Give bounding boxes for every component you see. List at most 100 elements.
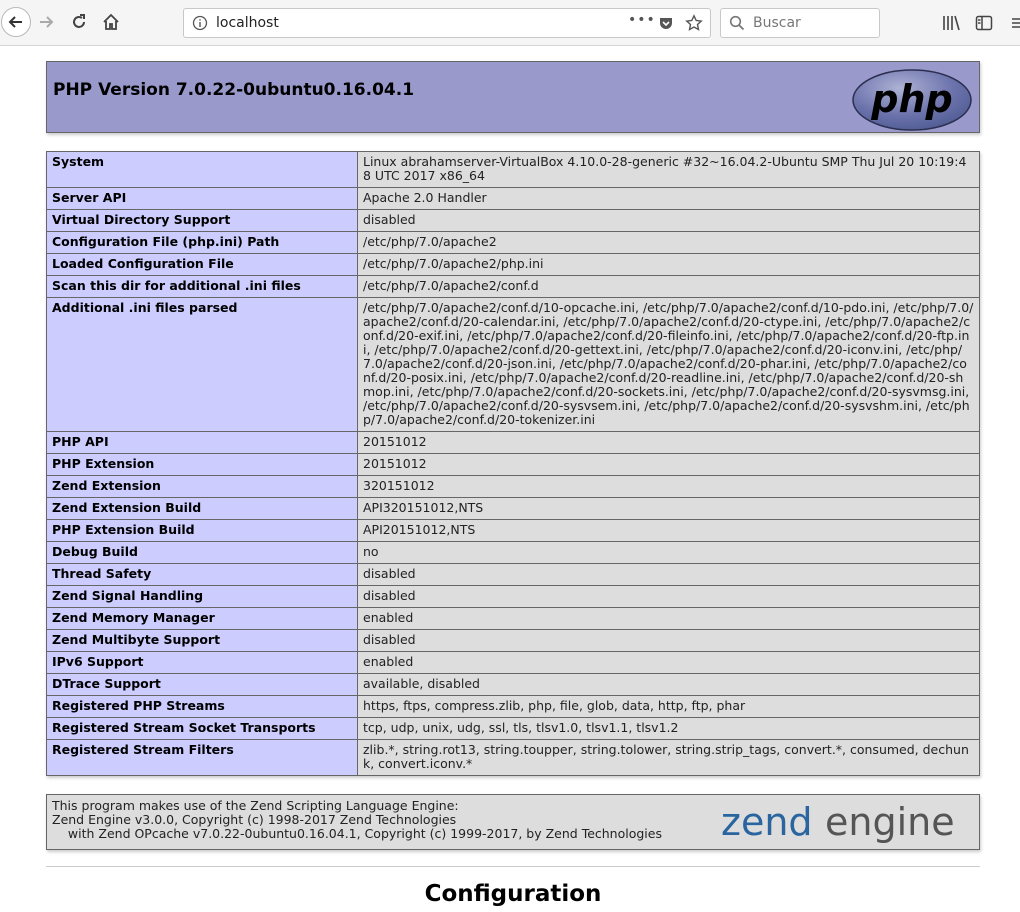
row-value: Linux abrahamserver-VirtualBox 4.10.0-28… bbox=[357, 151, 980, 188]
row-key: System bbox=[46, 151, 358, 188]
row-value: 20151012 bbox=[357, 453, 980, 476]
info-icon[interactable] bbox=[192, 15, 208, 31]
zend-line: with Zend OPcache v7.0.22-0ubuntu0.16.04… bbox=[52, 826, 662, 841]
row-key: Zend Memory Manager bbox=[46, 607, 358, 630]
row-value: zlib.*, string.rot13, string.toupper, st… bbox=[357, 739, 980, 776]
zend-engine-text: This program makes use of the Zend Scrip… bbox=[52, 799, 662, 841]
row-key: Zend Extension bbox=[46, 475, 358, 498]
table-row: Zend Extension Build API320151012,NTS bbox=[46, 497, 980, 520]
svg-text:zend: zend bbox=[721, 801, 813, 844]
table-row: PHP Extension 20151012 bbox=[46, 453, 980, 476]
row-key: Configuration File (php.ini) Path bbox=[46, 231, 358, 254]
sidebar-icon bbox=[975, 15, 993, 31]
browser-toolbar: localhost ••• Buscar bbox=[0, 0, 1020, 46]
row-key: Thread Safety bbox=[46, 563, 358, 586]
row-value: disabled bbox=[357, 585, 980, 608]
table-row: DTrace Support available, disabled bbox=[46, 673, 980, 696]
table-row: System Linux abrahamserver-VirtualBox 4.1… bbox=[46, 151, 980, 188]
table-row: IPv6 Support enabled bbox=[46, 651, 980, 674]
row-key: Loaded Configuration File bbox=[46, 253, 358, 276]
row-key: Zend Extension Build bbox=[46, 497, 358, 520]
table-row: Registered Stream Filters zlib.*, string.… bbox=[46, 739, 980, 776]
reload-icon bbox=[73, 14, 85, 28]
row-key: PHP API bbox=[46, 431, 358, 454]
home-icon bbox=[103, 13, 119, 30]
search-icon bbox=[729, 15, 745, 31]
row-key: Registered Stream Socket Transports bbox=[46, 717, 358, 740]
row-key: Registered Stream Filters bbox=[46, 739, 358, 776]
home-button[interactable] bbox=[100, 11, 122, 33]
php-logo: php bbox=[852, 69, 972, 131]
arrow-left-icon bbox=[8, 16, 22, 28]
reload-button[interactable] bbox=[68, 11, 90, 33]
search-bar[interactable]: Buscar bbox=[720, 8, 880, 38]
url-text[interactable]: localhost bbox=[216, 15, 279, 31]
row-value: 20151012 bbox=[357, 431, 980, 454]
row-value: available, disabled bbox=[357, 673, 980, 696]
row-value: /etc/php/7.0/apache2/conf.d/10-opcache.i… bbox=[357, 297, 980, 432]
zend-line: Zend Engine v3.0.0, Copyright (c) 1998-2… bbox=[52, 812, 457, 827]
search-placeholder[interactable]: Buscar bbox=[753, 15, 801, 31]
table-row: Server API Apache 2.0 Handler bbox=[46, 187, 980, 210]
table-row: Scan this dir for additional .ini files /… bbox=[46, 275, 980, 298]
table-row: Thread Safety disabled bbox=[46, 563, 980, 586]
table-row: Registered PHP Streams https, ftps, compr… bbox=[46, 695, 980, 718]
library-button[interactable] bbox=[941, 12, 963, 34]
zend-engine-logo: zend engine bbox=[721, 801, 955, 844]
row-key: DTrace Support bbox=[46, 673, 358, 696]
table-row: Configuration File (php.ini) Path/etc/ph… bbox=[46, 231, 980, 254]
row-value: enabled bbox=[357, 651, 980, 674]
row-key: PHP Extension bbox=[46, 453, 358, 476]
table-row: Zend Signal Handling disabled bbox=[46, 585, 980, 608]
row-key: IPv6 Support bbox=[46, 651, 358, 674]
table-row: Zend Memory Manager enabled bbox=[46, 607, 980, 630]
pocket-icon[interactable] bbox=[658, 15, 674, 31]
page-actions-icon[interactable]: ••• bbox=[628, 12, 656, 28]
row-value: tcp, udp, unix, udg, ssl, tls, tlsv1.0, … bbox=[357, 717, 980, 740]
table-row: Loaded Configuration File/etc/php/7.0/ap… bbox=[46, 253, 980, 276]
hamburger-menu-icon bbox=[1012, 18, 1020, 28]
row-value: /etc/php/7.0/apache2/conf.d bbox=[357, 275, 980, 298]
row-value: API320151012,NTS bbox=[357, 497, 980, 520]
table-row: PHP API 20151012 bbox=[46, 431, 980, 454]
row-key: Additional .ini files parsed bbox=[46, 297, 358, 432]
section-title-configuration: Configuration bbox=[424, 881, 602, 907]
row-value: https, ftps, compress.zlib, php, file, g… bbox=[357, 695, 980, 718]
row-value: 320151012 bbox=[357, 475, 980, 498]
table-row: Virtual Directory Support disabled bbox=[46, 209, 980, 232]
url-bar[interactable]: localhost ••• bbox=[183, 8, 711, 38]
divider bbox=[46, 866, 980, 867]
row-key: Virtual Directory Support bbox=[46, 209, 358, 232]
row-key: Debug Build bbox=[46, 541, 358, 564]
svg-text:php: php bbox=[870, 77, 952, 121]
table-row: PHP Extension Build API20151012,NTS bbox=[46, 519, 980, 542]
row-key: Server API bbox=[46, 187, 358, 210]
row-key: PHP Extension Build bbox=[46, 519, 358, 542]
table-row: Registered Stream Socket Transports tcp, … bbox=[46, 717, 980, 740]
row-key: Zend Signal Handling bbox=[46, 585, 358, 608]
row-value: disabled bbox=[357, 629, 980, 652]
table-row: Zend Multibyte Support disabled bbox=[46, 629, 980, 652]
zend-engine-box: This program makes use of the Zend Scrip… bbox=[46, 794, 980, 850]
sidebar-button[interactable] bbox=[973, 12, 995, 34]
back-button[interactable] bbox=[1, 7, 31, 37]
row-value: enabled bbox=[357, 607, 980, 630]
phpinfo-page: PHP Version 7.0.22-0ubuntu0.16.04.1 php … bbox=[46, 61, 980, 907]
row-value: no bbox=[357, 541, 980, 564]
bookmark-star-icon[interactable] bbox=[685, 14, 703, 32]
row-key: Registered PHP Streams bbox=[46, 695, 358, 718]
row-value: /etc/php/7.0/apache2 bbox=[357, 231, 980, 254]
row-key: Scan this dir for additional .ini files bbox=[46, 275, 358, 298]
row-value: disabled bbox=[357, 209, 980, 232]
row-value: Apache 2.0 Handler bbox=[357, 187, 980, 210]
page-title: PHP Version 7.0.22-0ubuntu0.16.04.1 bbox=[53, 80, 415, 100]
table-row: Debug Build no bbox=[46, 541, 980, 564]
row-value: disabled bbox=[357, 563, 980, 586]
php-version-header: PHP Version 7.0.22-0ubuntu0.16.04.1 php bbox=[46, 61, 980, 133]
svg-text:engine: engine bbox=[825, 801, 955, 844]
row-value: API20151012,NTS bbox=[357, 519, 980, 542]
table-row: Zend Extension 320151012 bbox=[46, 475, 980, 498]
menu-button[interactable] bbox=[1010, 12, 1020, 34]
forward-button[interactable] bbox=[35, 11, 57, 33]
arrow-right-icon bbox=[40, 16, 54, 28]
